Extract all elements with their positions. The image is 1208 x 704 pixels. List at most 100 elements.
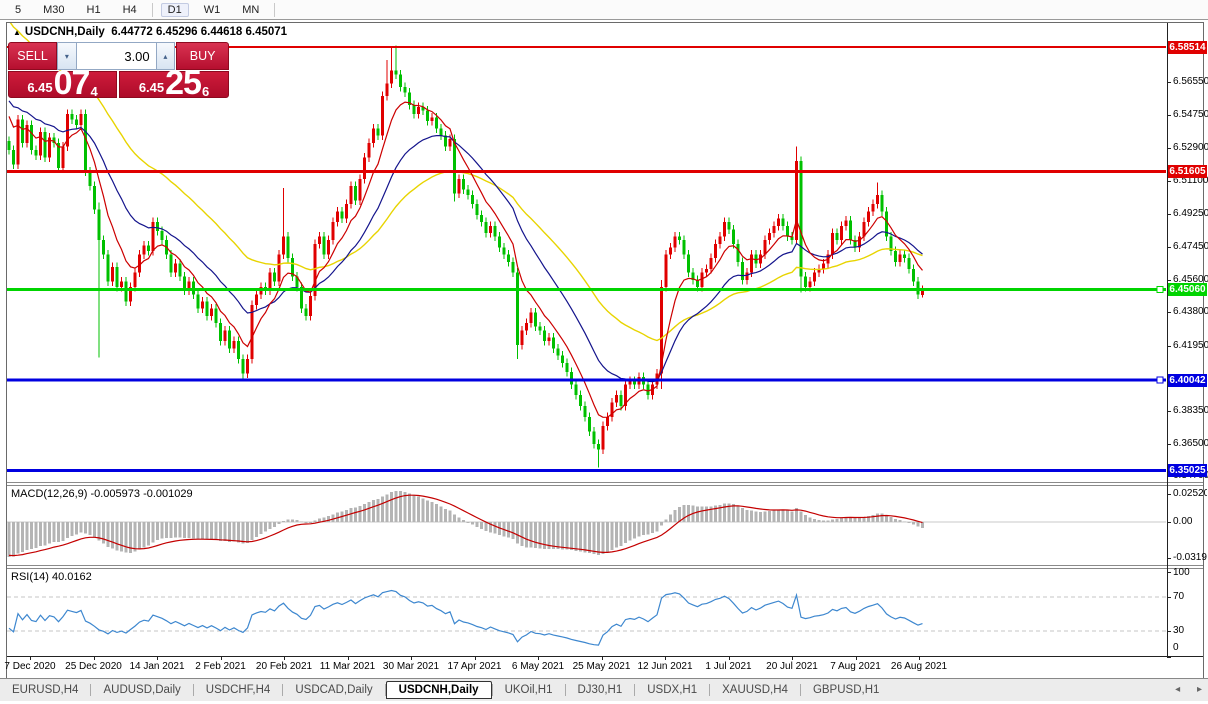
macd-tick-mark: [1167, 557, 1171, 559]
date-axis-label: 30 Mar 2021: [382, 661, 440, 672]
trade-panel-price-row: 6.45 07 4 6.45 25 6: [8, 64, 229, 102]
date-tick-mark: [220, 656, 222, 660]
level-line-handle[interactable]: [1156, 286, 1164, 294]
buy-price-display[interactable]: 6.45 25 6: [119, 64, 229, 102]
macd-separator-bottom: [7, 485, 1203, 486]
price-tick-mark: [1167, 312, 1171, 314]
price-tick-mark: [1167, 148, 1171, 150]
symbol-tab-audusd[interactable]: AUDUSD,Daily: [91, 681, 192, 699]
date-axis-label: 25 May 2021: [572, 661, 631, 672]
date-tick-mark: [474, 656, 476, 660]
rsi-tick-label: 70: [1173, 591, 1185, 602]
macd-tick-mark: [1167, 522, 1171, 523]
macd-separator-top[interactable]: [7, 482, 1203, 483]
symbol-tab-usdcnh[interactable]: USDCNH,Daily: [385, 681, 492, 699]
chart-symbol-label: USDCNH,Daily: [24, 26, 105, 38]
sell-price-prefix: 6.45: [27, 80, 53, 95]
symbol-tab-usdcad[interactable]: USDCAD,Daily: [283, 681, 384, 699]
chart-title: ▲ USDCNH,Daily 6.44772 6.45296 6.44618 6.…: [13, 26, 287, 38]
date-axis-label: 26 Aug 2021: [890, 661, 948, 672]
buy-price-point: 6: [201, 84, 210, 99]
macd-tick-mark: [1167, 493, 1171, 495]
date-tick-mark: [538, 656, 539, 660]
symbol-tab-xauusd[interactable]: XAUUSD,H4: [710, 681, 800, 699]
date-axis-label: 7 Aug 2021: [830, 661, 881, 672]
price-level-badge: 6.58514: [1168, 40, 1207, 54]
timeframe-toolbar: 5 M30 H1 H4 D1 W1 MN: [0, 0, 1208, 20]
timeframe-button-d1[interactable]: D1: [160, 2, 189, 17]
timeframe-button-h1[interactable]: H1: [80, 3, 108, 17]
symbol-tab-eurusd[interactable]: EURUSD,H4: [0, 681, 90, 699]
price-tick-mark: [1167, 279, 1171, 281]
date-tick-mark: [30, 656, 31, 660]
price-tick-label: 6.38350: [1173, 404, 1208, 416]
date-axis-label: 2 Feb 2021: [195, 661, 246, 672]
sell-price-point: 4: [90, 84, 98, 99]
macd-label: MACD(12,26,9) -0.005973 -0.001029: [11, 488, 193, 500]
level-line-handle[interactable]: [1156, 376, 1164, 384]
date-tick-mark: [919, 656, 920, 660]
spinner-up-icon: ▴: [163, 51, 168, 61]
sell-price-pips: 07: [53, 64, 91, 102]
price-tick-mark: [1167, 410, 1171, 412]
tab-scroll-arrows: ◂ ▸: [1161, 684, 1202, 695]
buy-price-pips: 25: [165, 64, 202, 102]
date-axis-label: 25 Dec 2020: [65, 661, 122, 672]
price-tick-label: 6.47450: [1173, 240, 1208, 252]
price-tick-label: 6.54750: [1173, 108, 1208, 120]
date-axis-label: 11 Mar 2021: [319, 661, 376, 672]
timeframe-button-5[interactable]: 5: [8, 3, 28, 17]
date-tick-mark: [284, 656, 285, 660]
rsi-tick-label: 100: [1173, 567, 1190, 578]
timeframe-button-m30[interactable]: M30: [36, 3, 71, 17]
timeframe-button-mn[interactable]: MN: [235, 3, 266, 17]
macd-tick-label: 0.00: [1173, 516, 1193, 527]
price-level-badge: 6.40042: [1168, 373, 1207, 387]
price-tick-label: 6.43800: [1173, 306, 1208, 318]
macd-tick-label: 0.025209: [1173, 487, 1207, 499]
date-tick-mark: [855, 656, 857, 660]
toolbar-separator: [274, 2, 276, 17]
one-click-trade-panel: SELL ▾ ▴ BUY 6.45 07 4 6.45 25 6: [8, 42, 229, 102]
time-axis-line: [7, 656, 1203, 657]
price-level-badge: 6.51605: [1168, 165, 1207, 179]
collapse-triangle-icon[interactable]: ▲: [13, 28, 21, 37]
symbol-tab-gbpusd[interactable]: GBPUSD,H1: [801, 681, 891, 699]
fast-ma-red: [8, 101, 923, 418]
price-axis-line: [1167, 23, 1168, 656]
symbol-tab-dj30[interactable]: DJ30,H1: [566, 681, 635, 699]
rsi-tick-label: 30: [1173, 625, 1185, 636]
timeframe-button-w1[interactable]: W1: [197, 3, 228, 17]
price-tick-mark: [1167, 246, 1171, 248]
date-tick-mark: [157, 656, 158, 660]
date-axis-label: 7 Dec 2020: [4, 661, 56, 672]
price-level-badge: 6.45060: [1168, 283, 1207, 297]
symbol-tab-ukoil[interactable]: UKOil,H1: [493, 681, 565, 699]
date-axis-label: 14 Jan 2021: [129, 661, 185, 672]
chart-ohlc-values: 6.44772 6.45296 6.44618 6.45071: [111, 26, 288, 38]
mid-ma-navy: [8, 100, 923, 383]
price-tick-mark: [1167, 345, 1171, 347]
date-axis-label: 17 Apr 2021: [447, 661, 502, 672]
rsi-line: [8, 589, 923, 646]
date-tick-mark: [601, 656, 603, 660]
date-tick-mark: [347, 656, 349, 660]
rsi-separator-top[interactable]: [7, 565, 1203, 566]
tab-scroll-left-icon[interactable]: ◂: [1175, 684, 1180, 695]
spinner-down-icon: ▾: [64, 51, 69, 61]
buy-price-prefix: 6.45: [138, 80, 165, 95]
sell-button[interactable]: SELL: [8, 42, 58, 70]
date-axis-label: 20 Feb 2021: [255, 661, 313, 672]
price-level-badge: 6.35025: [1168, 464, 1207, 477]
sell-price-display[interactable]: 6.45 07 4: [8, 64, 117, 102]
symbol-tab-usdchf[interactable]: USDCHF,H4: [194, 681, 283, 699]
date-tick-mark: [728, 656, 730, 660]
rsi-panel-canvas[interactable]: [7, 569, 1166, 655]
price-tick-mark: [1167, 443, 1171, 445]
timeframe-button-h4[interactable]: H4: [116, 3, 144, 17]
rsi-tick-mark: [1167, 597, 1171, 598]
price-tick-label: 6.49250: [1173, 208, 1208, 220]
price-tick-label: 6.52900: [1173, 142, 1208, 154]
tab-scroll-right-icon[interactable]: ▸: [1197, 684, 1202, 695]
symbol-tab-usdx[interactable]: USDX,H1: [635, 681, 709, 699]
